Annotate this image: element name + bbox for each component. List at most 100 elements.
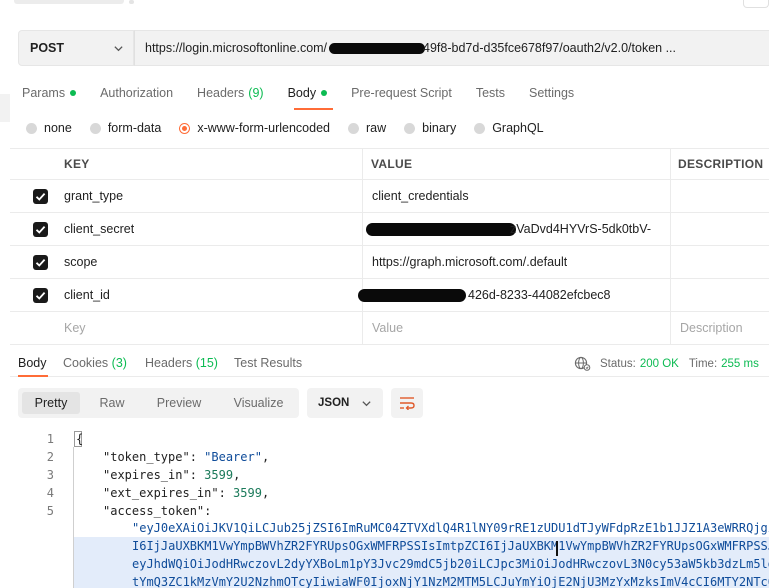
format-select[interactable]: JSON (307, 388, 383, 418)
param-value-container[interactable]: 426d-8233-44082efcbec8 (358, 279, 610, 311)
line-number: 5 (46, 504, 54, 518)
column-divider (362, 246, 363, 278)
param-value[interactable]: client_credentials (372, 180, 469, 212)
radio-button[interactable] (474, 122, 486, 134)
param-key[interactable]: scope (64, 246, 97, 278)
top-strip (0, 0, 769, 20)
tab-body[interactable]: Body (288, 86, 328, 100)
radio-button[interactable] (404, 122, 416, 134)
status-value[interactable]: 200 OK (640, 358, 679, 370)
new-value-input[interactable]: Value (372, 312, 403, 344)
response-tab-cookies[interactable]: Cookies (3) (63, 356, 127, 370)
column-divider (670, 213, 671, 245)
param-value: zVaDvd4HYVrS-5dk0tbV- (510, 222, 652, 236)
tab-authorization-label: Authorization (100, 86, 174, 100)
body-type-label: GraphQL (492, 121, 544, 135)
param-key[interactable]: client_id (64, 279, 110, 311)
response-tab-test-results[interactable]: Test Results (234, 356, 302, 370)
param-value: 426d-8233-44082efcbec8 (468, 288, 611, 302)
view-raw-button[interactable]: Raw (88, 392, 136, 414)
line-number: 1 (46, 432, 54, 446)
tab-settings[interactable]: Settings (529, 86, 574, 100)
row-checkbox[interactable] (33, 288, 48, 303)
code-line: "access_token": (103, 504, 212, 518)
code-line: "ext_expires_in": 3599, (103, 486, 270, 500)
view-preview-button[interactable]: Preview (144, 392, 214, 414)
tab-tests[interactable]: Tests (476, 86, 505, 100)
response-tab-headers[interactable]: Headers (15) (145, 356, 218, 370)
tab-authorization[interactable]: Authorization (100, 86, 173, 100)
response-tab-body[interactable]: Body (18, 356, 47, 370)
headers-count: (9) (248, 86, 264, 100)
tab-headers[interactable]: Headers (9) (197, 86, 264, 100)
radio-button-selected[interactable] (179, 122, 191, 134)
json-brace: { (76, 432, 84, 446)
tab-params-label: Params (22, 86, 66, 100)
response-divider (10, 376, 769, 377)
response-status: Status: 200 OK Time: 255 ms (574, 356, 759, 371)
row-checkbox[interactable] (33, 189, 48, 204)
new-key-input[interactable]: Key (64, 312, 86, 344)
new-description-input[interactable]: Description (680, 312, 743, 344)
chevron-down-icon (114, 46, 123, 52)
code-line: "token_type": "Bearer", (103, 450, 270, 464)
status-label: Status: (600, 357, 636, 370)
top-right-button[interactable] (743, 0, 769, 8)
tab-remnant[interactable] (14, 0, 124, 4)
network-globe-icon[interactable] (574, 356, 591, 371)
view-visualize-button[interactable]: Visualize (222, 392, 295, 414)
url-input[interactable]: https://login.microsoftonline.com/ 49f8-… (134, 30, 769, 66)
column-divider (670, 312, 671, 344)
column-divider (670, 279, 671, 311)
response-tab-label: Body (18, 356, 47, 370)
param-key[interactable]: grant_type (64, 180, 123, 212)
column-divider (670, 149, 671, 179)
body-type-selector: none form-data x-www-form-urlencoded raw… (26, 120, 562, 136)
response-tab-label: Test Results (234, 356, 303, 370)
text-cursor (556, 541, 558, 556)
radio-button[interactable] (26, 122, 37, 134)
row-checkbox[interactable] (33, 255, 48, 270)
view-pretty-button[interactable]: Pretty (22, 392, 80, 414)
body-type-binary[interactable]: binary (404, 121, 456, 135)
param-key[interactable]: client_secret (64, 213, 134, 245)
body-type-label: x-www-form-urlencoded (197, 121, 330, 135)
column-divider (362, 149, 363, 179)
active-tab-underline (294, 108, 333, 110)
table-row-empty: Key Value Description (10, 312, 769, 345)
token-line: I6IjJaUXBKM1VwYmpBWVhZR2FYRUpsOGxWMFRPSS… (132, 539, 769, 553)
column-header-description: DESCRIPTION (678, 157, 764, 171)
table-header-row: KEY VALUE DESCRIPTION (10, 148, 769, 180)
tab-remnant-dot (129, 0, 134, 4)
body-type-graphql[interactable]: GraphQL (474, 121, 544, 135)
response-body-viewer[interactable]: 1 2 3 4 5 { "token_type": "Bearer", "exp… (0, 428, 769, 588)
column-divider (362, 213, 363, 245)
redaction-mark (366, 222, 516, 236)
method-select[interactable]: POST (18, 30, 134, 66)
body-type-urlencoded[interactable]: x-www-form-urlencoded (179, 121, 330, 135)
radio-button[interactable] (89, 122, 101, 134)
param-value-container[interactable]: zVaDvd4HYVrS-5dk0tbV- (366, 213, 651, 245)
tab-body-label: Body (287, 86, 317, 100)
body-type-form-data[interactable]: form-data (89, 121, 161, 135)
radio-button[interactable] (348, 122, 359, 134)
token-line: "eyJ0eXAiOiJKV1QiLCJub25jZSI6ImRuMC04ZTV… (132, 521, 769, 535)
time-value[interactable]: 255 ms (721, 358, 759, 370)
request-tabs: Params Authorization Headers (9) Body Pre… (22, 84, 598, 102)
tab-params[interactable]: Params (22, 86, 77, 100)
param-value[interactable]: https://graph.microsoft.com/.default (372, 246, 567, 278)
json-key: "token_type" (103, 450, 190, 464)
body-type-raw[interactable]: raw (348, 121, 386, 135)
tab-settings-label: Settings (529, 86, 575, 100)
json-number: 3599 (233, 486, 262, 500)
column-divider (362, 312, 363, 344)
row-checkbox[interactable] (33, 222, 48, 237)
body-type-none[interactable]: none (26, 121, 72, 135)
url-suffix: 49f8-bd7d-d35fce678f97/oauth2/v2.0/token… (423, 41, 677, 55)
code-line: { (76, 432, 83, 446)
token-line: eyJhdWQiOiJodHRwczovL2dyYXBoLm1pY3Jvc29m… (132, 557, 769, 571)
tab-pre-request-script[interactable]: Pre-request Script (351, 86, 452, 100)
wrap-lines-button[interactable] (391, 388, 423, 418)
url-prefix: https://login.microsoftonline.com/ (145, 41, 328, 55)
json-key: "access_token" (103, 504, 205, 518)
